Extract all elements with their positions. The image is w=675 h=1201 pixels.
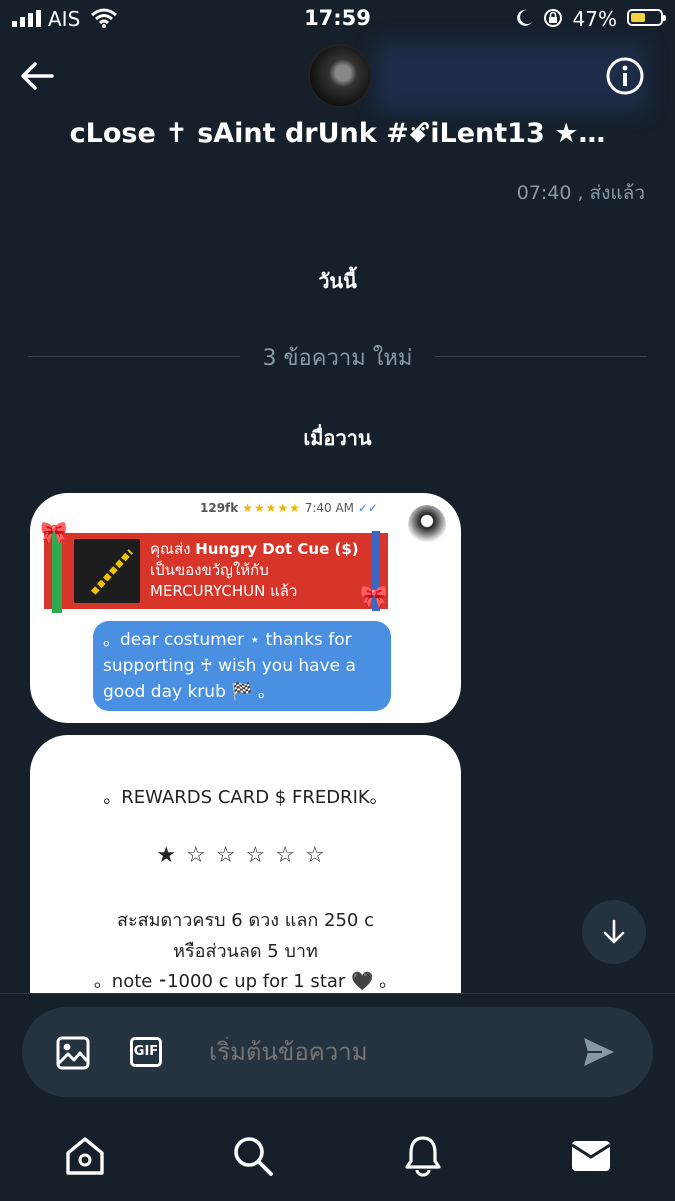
meta-username: 129fk xyxy=(200,501,239,515)
rewards-stars: ★☆☆☆☆☆ xyxy=(156,843,335,868)
gift-prefix: คุณส่ง xyxy=(150,540,196,558)
moon-icon xyxy=(517,9,532,26)
image-message-rewards-card[interactable]: 。REWARDS CARD $ FREDRIK。 ★☆☆☆☆☆ สะสมดาวค… xyxy=(30,735,461,1035)
gift-text: คุณส่ง Hungry Dot Cue ($) เป็นของขวัญให้… xyxy=(150,539,359,602)
home-icon[interactable] xyxy=(64,1135,106,1177)
date-separator-yesterday: เมื่อวาน xyxy=(303,426,372,450)
sender-avatar xyxy=(408,505,446,545)
contact-avatar[interactable] xyxy=(308,44,372,108)
scroll-to-bottom-button[interactable] xyxy=(582,900,646,964)
rewards-line1: สะสมดาวครบ 6 ดวง แลก 250 c xyxy=(117,910,374,931)
message-meta: 129fk ★★★★★ 7:40 AM ✓✓ xyxy=(200,501,378,515)
divider-line-right xyxy=(435,356,647,357)
search-icon[interactable] xyxy=(232,1135,274,1177)
arrow-down-icon xyxy=(603,919,625,944)
notifications-icon[interactable] xyxy=(402,1135,444,1177)
chat-bubble: 。dear costumer ⋆ thanks for supporting ♰… xyxy=(93,621,391,711)
battery-percent: 47% xyxy=(572,7,617,31)
date-separator-today: วันนี้ xyxy=(318,269,357,293)
gif-button[interactable]: GIF xyxy=(130,1037,162,1067)
message-input[interactable] xyxy=(207,1037,571,1067)
info-icon[interactable] xyxy=(605,56,645,96)
rewards-line2: หรือส่วนลด 5 บาท xyxy=(173,941,318,962)
gift-banner: คุณส่ง Hungry Dot Cue ($) เป็นของขวัญให้… xyxy=(44,533,388,609)
battery-icon xyxy=(627,9,666,26)
blue-bow-icon: 🎀 xyxy=(360,585,388,610)
rewards-note: 。note ⁃1000 c up for 1 star 🖤 。 xyxy=(93,971,398,992)
meta-time: 7:40 AM xyxy=(304,501,355,515)
read-check-icon: ✓✓ xyxy=(357,501,378,515)
gift-line3: MERCURYCHUN แล้ว xyxy=(150,582,298,600)
gift-item: Hungry Dot Cue ($) xyxy=(195,540,359,558)
conversation-title[interactable]: cLose ✝ sAint drUnk #ꗄiLent13 ★… xyxy=(0,118,675,150)
image-icon[interactable] xyxy=(56,1036,90,1070)
send-icon[interactable] xyxy=(582,1036,616,1068)
image-message-gift[interactable]: 129fk ★★★★★ 7:40 AM ✓✓ คุณส่ง Hungry Dot… xyxy=(30,493,461,723)
status-bar: AIS 17:59 47% xyxy=(0,0,675,40)
meta-stars: ★★★★★ xyxy=(242,501,301,515)
rewards-title: 。REWARDS CARD $ FREDRIK。 xyxy=(103,787,388,808)
back-arrow-icon[interactable] xyxy=(20,60,54,92)
gift-line2: เป็นของขวัญให้กับ xyxy=(150,561,269,579)
rotation-lock-icon xyxy=(544,9,562,27)
green-bow-icon: 🎀 xyxy=(40,521,68,546)
cue-thumbnail xyxy=(74,539,140,603)
sent-status: 07:40 , ส่งแล้ว xyxy=(516,182,645,204)
new-messages-label: 3 ข้อความ ใหม่ xyxy=(262,346,413,371)
messages-icon[interactable] xyxy=(570,1135,612,1177)
